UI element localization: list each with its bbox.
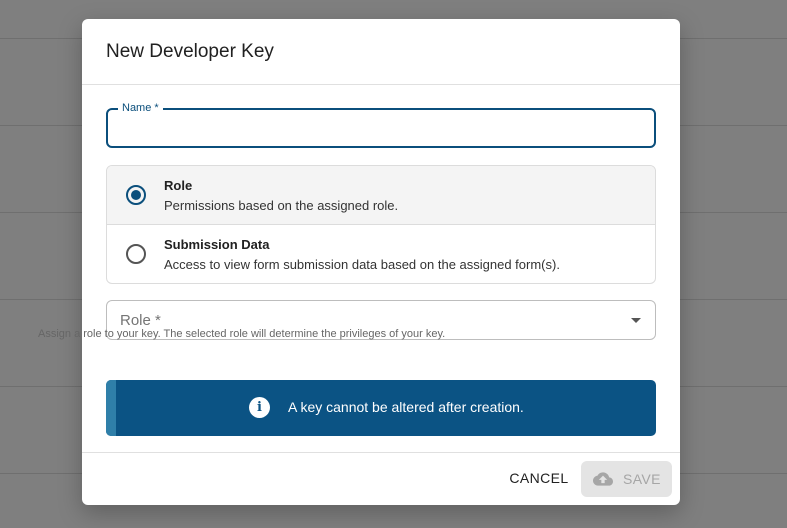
new-developer-key-dialog: New Developer Key Name * Role Permission…: [82, 19, 680, 505]
name-field-label: Name *: [118, 102, 163, 114]
radio-button-submission-data[interactable]: [126, 244, 146, 264]
name-field[interactable]: Name *: [106, 102, 656, 148]
radio-option-description: Access to view form submission data base…: [164, 257, 560, 272]
role-select-placeholder: Role *: [120, 312, 161, 329]
cancel-button[interactable]: CANCEL: [502, 465, 576, 491]
key-type-radio-group: Role Permissions based on the assigned r…: [106, 165, 656, 284]
name-input[interactable]: [118, 118, 643, 140]
chevron-down-icon[interactable]: [631, 318, 641, 323]
dialog-title: New Developer Key: [106, 41, 274, 62]
radio-checked-dot: [131, 190, 141, 200]
role-helper-text: Assign a role to your key. The selected …: [38, 328, 446, 340]
radio-option-title: Role: [164, 178, 193, 193]
radio-button-role[interactable]: [126, 185, 146, 205]
radio-option-description: Permissions based on the assigned role.: [164, 198, 399, 213]
radio-option-title: Submission Data: [164, 237, 270, 252]
header-divider: [82, 84, 680, 85]
radio-option-submission-data[interactable]: Submission Data Access to view form subm…: [107, 225, 655, 283]
radio-option-role[interactable]: Role Permissions based on the assigned r…: [107, 166, 655, 225]
